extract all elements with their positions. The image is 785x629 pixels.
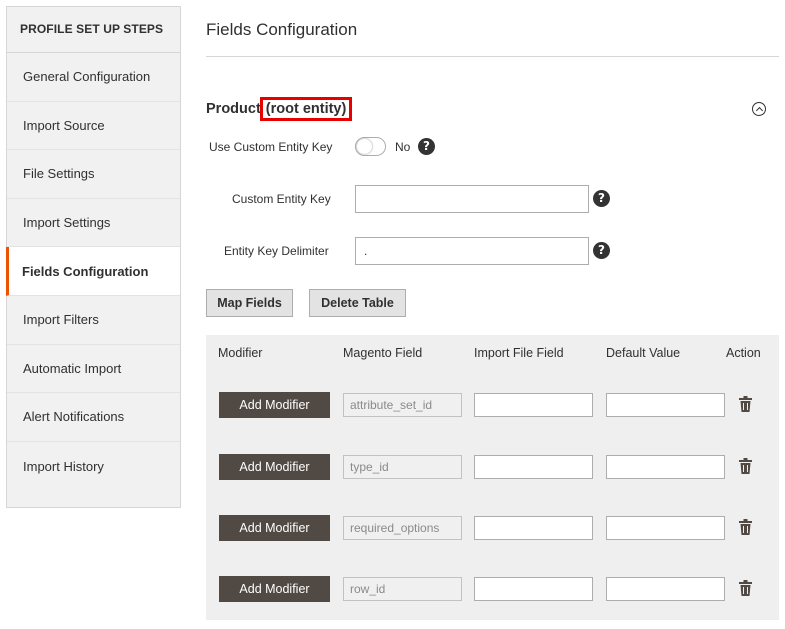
custom-entity-key-label: Custom Entity Key [232, 192, 331, 206]
trash-icon[interactable] [739, 458, 752, 474]
use-custom-entity-key-label: Use Custom Entity Key [209, 140, 333, 154]
magento-field-value: required_options [343, 516, 462, 540]
sidebar-item-import-history[interactable]: Import History [7, 441, 180, 491]
column-header-import-file-field: Import File Field [474, 346, 564, 360]
column-header-magento-field: Magento Field [343, 346, 423, 360]
sidebar-item-file-settings[interactable]: File Settings [7, 150, 180, 199]
section-title: Product (root entity) [206, 97, 353, 121]
default-value-input[interactable] [606, 455, 725, 479]
import-file-field-input[interactable] [474, 577, 593, 601]
profile-steps-sidebar: PROFILE SET UP STEPS General Configurati… [6, 6, 181, 508]
title-divider [206, 56, 779, 57]
entity-key-delimiter-label: Entity Key Delimiter [224, 244, 329, 258]
fields-mapping-table: Modifier Magento Field Import File Field… [206, 335, 779, 620]
sidebar-item-import-settings[interactable]: Import Settings [7, 198, 180, 248]
map-fields-button[interactable]: Map Fields [206, 289, 293, 317]
page-title: Fields Configuration [206, 20, 358, 39]
sidebar-title: PROFILE SET UP STEPS [7, 7, 180, 53]
toggle-state-text: No [395, 140, 411, 154]
magento-field-value: attribute_set_id [343, 393, 462, 417]
sidebar-item-import-filters[interactable]: Import Filters [7, 295, 180, 345]
default-value-input[interactable] [606, 516, 725, 540]
import-file-field-input[interactable] [474, 455, 593, 479]
help-icon[interactable]: ? [593, 242, 610, 259]
table-row: Add Modifier type_id [206, 454, 779, 484]
trash-icon[interactable] [739, 396, 752, 412]
sidebar-item-import-source[interactable]: Import Source [7, 101, 180, 151]
table-row: Add Modifier required_options [206, 515, 779, 545]
column-header-action: Action [726, 346, 761, 360]
default-value-input[interactable] [606, 577, 725, 601]
help-icon[interactable]: ? [593, 190, 610, 207]
use-custom-entity-key-toggle[interactable] [355, 137, 386, 156]
column-header-modifier: Modifier [218, 346, 263, 360]
add-modifier-button[interactable]: Add Modifier [219, 392, 330, 418]
table-row: Add Modifier attribute_set_id [206, 392, 779, 422]
default-value-input[interactable] [606, 393, 725, 417]
magento-field-value: type_id [343, 455, 462, 479]
section-title-entity: Product [206, 101, 261, 117]
add-modifier-button[interactable]: Add Modifier [219, 515, 330, 541]
sidebar-item-fields-configuration[interactable]: Fields Configuration [6, 247, 180, 296]
delete-table-button[interactable]: Delete Table [309, 289, 406, 317]
help-icon[interactable]: ? [418, 138, 435, 155]
add-modifier-button[interactable]: Add Modifier [219, 576, 330, 602]
magento-field-value: row_id [343, 577, 462, 601]
trash-icon[interactable] [739, 519, 752, 535]
sidebar-item-automatic-import[interactable]: Automatic Import [7, 344, 180, 394]
sidebar-item-general-configuration[interactable]: General Configuration [7, 53, 180, 102]
import-file-field-input[interactable] [474, 516, 593, 540]
table-row: Add Modifier row_id [206, 576, 779, 606]
column-header-default-value: Default Value [606, 346, 681, 360]
chevron-up-circle-icon[interactable] [752, 102, 766, 116]
add-modifier-button[interactable]: Add Modifier [219, 454, 330, 480]
custom-entity-key-input[interactable] [355, 185, 589, 213]
trash-icon[interactable] [739, 580, 752, 596]
entity-key-delimiter-input[interactable] [355, 237, 589, 265]
sidebar-item-alert-notifications[interactable]: Alert Notifications [7, 393, 180, 442]
root-entity-highlight: (root entity) [259, 97, 353, 121]
import-file-field-input[interactable] [474, 393, 593, 417]
